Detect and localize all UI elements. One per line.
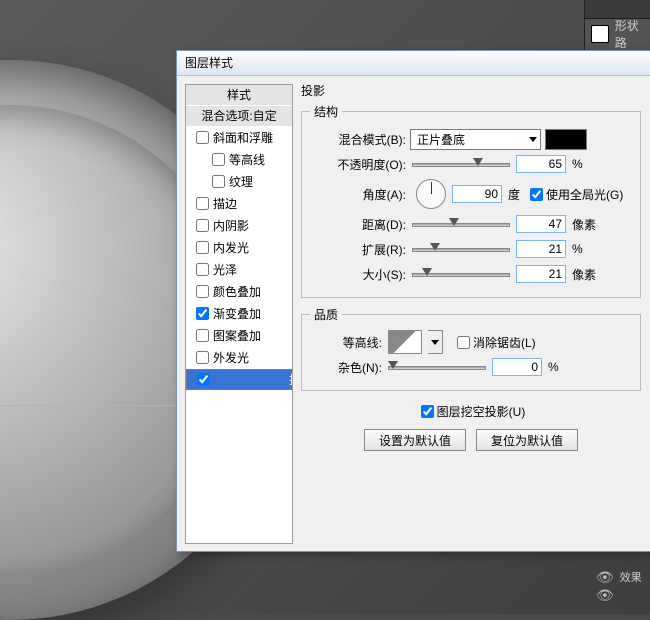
panel-title: 投影 xyxy=(301,82,643,99)
structure-group: 结构 混合模式(B): 正片叠底 不透明度(O): % 角度(A xyxy=(301,103,641,298)
effects-strip: 👁 效果 👁 xyxy=(590,568,650,604)
spread-input[interactable] xyxy=(516,240,566,258)
style-checkbox[interactable] xyxy=(196,197,209,210)
style-item-等高线[interactable]: 等高线 xyxy=(186,149,292,171)
contour-swatch[interactable] xyxy=(388,330,422,354)
knockout-label: 图层挖空投影(U) xyxy=(437,403,526,420)
distance-input[interactable] xyxy=(516,215,566,233)
angle-unit: 度 xyxy=(508,186,520,203)
contour-picker-button[interactable] xyxy=(428,330,443,354)
quality-legend: 品质 xyxy=(310,306,342,323)
style-checkbox[interactable] xyxy=(196,351,209,364)
knockout-checkbox[interactable] xyxy=(421,405,434,418)
size-label: 大小(S): xyxy=(310,266,410,283)
style-item-斜面和浮雕[interactable]: 斜面和浮雕 xyxy=(186,127,292,149)
style-item-光泽[interactable]: 光泽 xyxy=(186,259,292,281)
blending-options-item[interactable]: 混合选项:自定 xyxy=(186,106,292,127)
blend-mode-select[interactable]: 正片叠底 xyxy=(410,129,541,150)
opacity-unit: % xyxy=(572,157,583,171)
noise-input[interactable] xyxy=(492,358,542,376)
style-checkbox[interactable] xyxy=(196,307,209,320)
style-checkbox[interactable] xyxy=(196,219,209,232)
spread-slider[interactable] xyxy=(412,240,510,258)
style-item-label: 内发光 xyxy=(213,239,249,256)
opacity-slider[interactable] xyxy=(412,155,510,173)
style-list-header[interactable]: 样式 xyxy=(186,85,292,106)
dialog-titlebar[interactable]: 图层样式 xyxy=(177,51,650,76)
style-item-label: 图案叠加 xyxy=(213,327,261,344)
dialog-title: 图层样式 xyxy=(185,56,233,70)
anti-alias-checkbox[interactable] xyxy=(457,336,470,349)
spread-label: 扩展(R): xyxy=(310,241,410,258)
style-checkbox[interactable] xyxy=(196,329,209,342)
shadow-color-swatch[interactable] xyxy=(545,129,587,150)
angle-dial[interactable] xyxy=(416,179,446,209)
size-unit: 像素 xyxy=(572,266,596,283)
style-item-外发光[interactable]: 外发光 xyxy=(186,347,292,369)
style-item-label: 内阴影 xyxy=(213,217,249,234)
visibility-eye-icon[interactable]: 👁 xyxy=(596,569,614,586)
opacity-label: 不透明度(O): xyxy=(310,156,410,173)
chevron-down-icon xyxy=(529,137,537,142)
style-item-内发光[interactable]: 内发光 xyxy=(186,237,292,259)
style-item-颜色叠加[interactable]: 颜色叠加 xyxy=(186,281,292,303)
size-input[interactable] xyxy=(516,265,566,283)
style-item-内阴影[interactable]: 内阴影 xyxy=(186,215,292,237)
layer-style-dialog: 图层样式 样式 混合选项:自定 斜面和浮雕等高线纹理描边内阴影内发光光泽颜色叠加… xyxy=(176,50,650,552)
contour-label: 等高线: xyxy=(310,334,386,351)
chevron-down-icon xyxy=(431,340,439,345)
layer-name: 形状路 xyxy=(615,17,650,51)
use-global-light-checkbox[interactable] xyxy=(530,188,543,201)
style-checkbox[interactable] xyxy=(196,263,209,276)
visibility-eye-icon[interactable]: 👁 xyxy=(596,587,614,604)
noise-label: 杂色(N): xyxy=(310,359,386,376)
spread-unit: % xyxy=(572,242,583,256)
opacity-input[interactable] xyxy=(516,155,566,173)
style-item-label: 纹理 xyxy=(229,173,253,190)
style-checkbox[interactable] xyxy=(196,285,209,298)
style-item-描边[interactable]: 描边 xyxy=(186,193,292,215)
blend-mode-value: 正片叠底 xyxy=(417,131,465,148)
style-list: 样式 混合选项:自定 斜面和浮雕等高线纹理描边内阴影内发光光泽颜色叠加渐变叠加图… xyxy=(185,84,293,544)
style-checkbox[interactable] xyxy=(197,373,210,386)
style-item-图案叠加[interactable]: 图案叠加 xyxy=(186,325,292,347)
reset-default-button[interactable]: 复位为默认值 xyxy=(476,429,578,451)
style-item-label: 等高线 xyxy=(229,151,265,168)
layer-row[interactable]: 形状路 xyxy=(585,19,650,49)
style-item-label: 颜色叠加 xyxy=(213,283,261,300)
style-item-投影[interactable]: 投影 xyxy=(186,369,293,390)
fx-label: 效果 xyxy=(620,569,642,585)
distance-unit: 像素 xyxy=(572,216,596,233)
style-item-label: 渐变叠加 xyxy=(213,305,261,322)
style-item-纹理[interactable]: 纹理 xyxy=(186,171,292,193)
make-default-button[interactable]: 设置为默认值 xyxy=(364,429,466,451)
style-checkbox[interactable] xyxy=(212,175,225,188)
blend-mode-label: 混合模式(B): xyxy=(310,131,410,148)
style-checkbox[interactable] xyxy=(196,131,209,144)
angle-input[interactable] xyxy=(452,185,502,203)
style-item-渐变叠加[interactable]: 渐变叠加 xyxy=(186,303,292,325)
noise-unit: % xyxy=(548,360,559,374)
style-item-label: 描边 xyxy=(213,195,237,212)
style-checkbox[interactable] xyxy=(196,241,209,254)
style-checkbox[interactable] xyxy=(212,153,225,166)
anti-alias-label: 消除锯齿(L) xyxy=(473,334,536,351)
quality-group: 品质 等高线: 消除锯齿(L) 杂色(N): % xyxy=(301,306,641,391)
drop-shadow-panel: 投影 结构 混合模式(B): 正片叠底 不透明度(O): % xyxy=(293,76,650,552)
distance-slider[interactable] xyxy=(412,215,510,233)
style-item-label: 光泽 xyxy=(213,261,237,278)
size-slider[interactable] xyxy=(412,265,510,283)
distance-label: 距离(D): xyxy=(310,216,410,233)
angle-label: 角度(A): xyxy=(310,186,410,203)
style-item-label: 外发光 xyxy=(213,349,249,366)
use-global-light-label: 使用全局光(G) xyxy=(546,186,623,203)
style-item-label: 斜面和浮雕 xyxy=(213,129,273,146)
noise-slider[interactable] xyxy=(388,358,486,376)
color-swatch-icon xyxy=(591,25,609,43)
structure-legend: 结构 xyxy=(310,103,342,120)
